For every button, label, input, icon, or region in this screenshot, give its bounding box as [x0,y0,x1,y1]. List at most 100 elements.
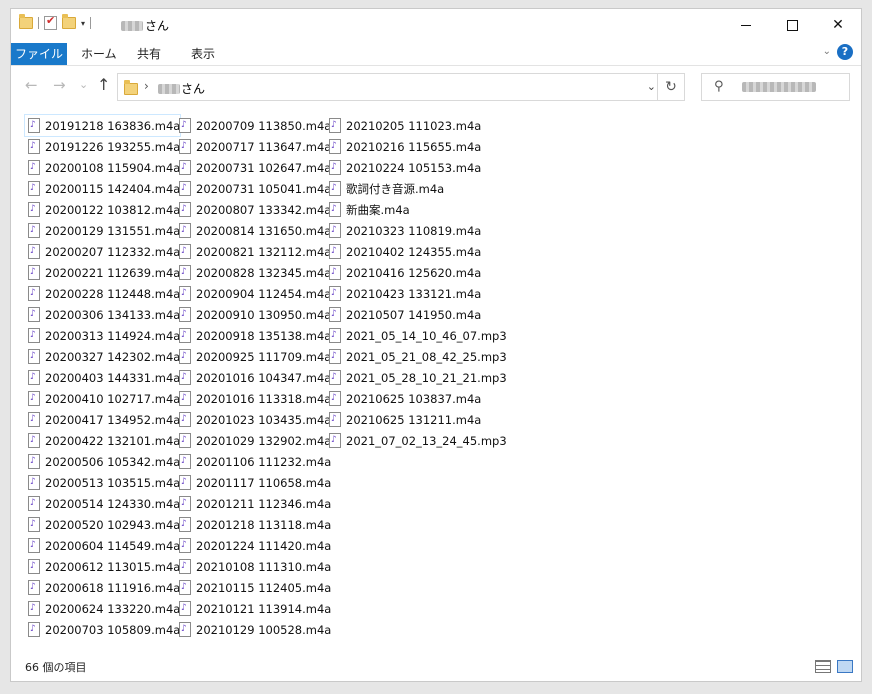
file-item[interactable]: 20200731 102647.m4a [176,157,331,178]
file-item[interactable]: 20210216 115655.m4a [326,136,507,157]
file-item[interactable]: 20200703 105809.m4a [25,619,180,640]
file-item[interactable]: 20201016 113318.m4a [176,388,331,409]
file-item[interactable]: 20200814 131650.m4a [176,220,331,241]
audio-file-icon [179,223,191,238]
file-item[interactable]: 20210625 131211.m4a [326,409,507,430]
up-arrow-icon[interactable]: ↑ [97,75,110,94]
file-item[interactable]: 20200108 115904.m4a [25,157,180,178]
file-item[interactable]: 20200612 113015.m4a [25,556,180,577]
file-item[interactable]: 20200129 131551.m4a [25,220,180,241]
file-item[interactable]: 20200925 111709.m4a [176,346,331,367]
audio-file-icon [179,307,191,322]
file-item[interactable]: 20201023 103435.m4a [176,409,331,430]
file-item[interactable]: 新曲案.m4a [326,199,507,220]
file-item[interactable]: 20200604 114549.m4a [25,535,180,556]
maximize-button[interactable] [769,9,815,41]
file-item[interactable]: 20210121 113914.m4a [176,598,331,619]
file-item[interactable]: 2021_05_14_10_46_07.mp3 [326,325,507,346]
file-item[interactable]: 20191226 193255.m4a [25,136,180,157]
file-item[interactable]: 20200717 113647.m4a [176,136,331,157]
file-item[interactable]: 20210416 125620.m4a [326,262,507,283]
close-button[interactable]: ✕ [815,9,861,41]
tab-share[interactable]: 共有 [137,43,161,65]
file-item[interactable]: 20191218 163836.m4a [23,114,182,137]
properties-icon[interactable] [44,14,57,30]
file-item[interactable]: 20201211 112346.m4a [176,493,331,514]
address-dropdown-chevron-icon[interactable]: ⌄ [647,80,656,93]
details-view-icon[interactable] [815,660,831,673]
file-item[interactable]: 20210402 124355.m4a [326,241,507,262]
file-item[interactable]: 20200115 142404.m4a [25,178,180,199]
address-bar[interactable]: › さん ⌄ ↻ [117,73,685,101]
file-item[interactable]: 20201224 111420.m4a [176,535,331,556]
file-item[interactable]: 20210224 105153.m4a [326,157,507,178]
file-item[interactable]: 20201218 113118.m4a [176,514,331,535]
file-item[interactable]: 2021_07_02_13_24_45.mp3 [326,430,507,451]
tab-file[interactable]: ファイル [11,43,67,65]
file-item[interactable]: 20210507 141950.m4a [326,304,507,325]
file-item[interactable]: 20210205 111023.m4a [326,115,507,136]
file-item[interactable]: 20200904 112454.m4a [176,283,331,304]
file-item[interactable]: 20200403 144331.m4a [25,367,180,388]
file-item[interactable]: 2021_05_21_08_42_25.mp3 [326,346,507,367]
file-item[interactable]: 20200306 134133.m4a [25,304,180,325]
file-item[interactable]: 20210129 100528.m4a [176,619,331,640]
file-item[interactable]: 20210323 110819.m4a [326,220,507,241]
file-item[interactable]: 20210108 111310.m4a [176,556,331,577]
file-item[interactable]: 20210115 112405.m4a [176,577,331,598]
minimize-button[interactable] [723,9,769,41]
audio-file-icon [28,475,40,490]
file-item[interactable]: 20210625 103837.m4a [326,388,507,409]
file-item[interactable]: 20200207 112332.m4a [25,241,180,262]
file-item[interactable]: 歌詞付き音源.m4a [326,178,507,199]
file-name: 20201023 103435.m4a [196,412,332,427]
file-item[interactable]: 20200910 130950.m4a [176,304,331,325]
file-item[interactable]: 20210423 133121.m4a [326,283,507,304]
tab-view[interactable]: 表示 [191,43,215,65]
file-item[interactable]: 20200228 112448.m4a [25,283,180,304]
file-item[interactable]: 20200821 132112.m4a [176,241,331,262]
file-item[interactable]: 20200514 124330.m4a [25,493,180,514]
refresh-icon[interactable]: ↻ [657,74,684,100]
file-item[interactable]: 20201016 104347.m4a [176,367,331,388]
file-name: 2021_05_14_10_46_07.mp3 [346,328,507,343]
search-input[interactable]: ⚲ [701,73,850,101]
file-item[interactable]: 20200731 105041.m4a [176,178,331,199]
file-item[interactable]: 20200709 113850.m4a [176,115,331,136]
file-item[interactable]: 20200618 111916.m4a [25,577,180,598]
tab-home[interactable]: ホーム [81,43,117,65]
file-item[interactable]: 20200918 135138.m4a [176,325,331,346]
file-item[interactable]: 20200221 112639.m4a [25,262,180,283]
file-item[interactable]: 20201029 132902.m4a [176,430,331,451]
file-item[interactable]: 20200520 102943.m4a [25,514,180,535]
file-item[interactable]: 20200506 105342.m4a [25,451,180,472]
back-arrow-icon[interactable]: ← [25,76,38,94]
file-item[interactable]: 20200417 134952.m4a [25,409,180,430]
file-item[interactable]: 20200422 132101.m4a [25,430,180,451]
audio-file-icon [28,370,40,385]
file-item[interactable]: 2021_05_28_10_21_21.mp3 [326,367,507,388]
large-icons-view-icon[interactable] [837,660,853,673]
file-item[interactable]: 20200122 103812.m4a [25,199,180,220]
file-name: 20200129 131551.m4a [45,223,181,238]
file-item[interactable]: 20201117 110658.m4a [176,472,331,493]
recent-locations-chevron-icon[interactable]: ⌄ [79,78,88,91]
help-icon[interactable]: ? [837,44,853,60]
audio-file-icon [179,349,191,364]
audio-file-icon [28,601,40,616]
new-folder-icon[interactable] [62,14,76,29]
title-bar: ▾ さん ✕ [11,9,861,41]
file-item[interactable]: 20200313 114924.m4a [25,325,180,346]
file-item[interactable]: 20200410 102717.m4a [25,388,180,409]
file-item[interactable]: 20200327 142302.m4a [25,346,180,367]
file-item[interactable]: 20200828 132345.m4a [176,262,331,283]
forward-arrow-icon[interactable]: → [53,76,66,94]
file-item[interactable]: 20200513 103515.m4a [25,472,180,493]
file-item[interactable]: 20200624 133220.m4a [25,598,180,619]
file-item[interactable]: 20201106 111232.m4a [176,451,331,472]
expand-ribbon-chevron-icon[interactable]: ⌄ [823,46,831,57]
breadcrumb[interactable]: さん [158,80,205,97]
customize-toolbar-dropdown-icon[interactable]: ▾ [81,19,85,28]
file-item[interactable]: 20200807 133342.m4a [176,199,331,220]
breadcrumb-chevron-icon[interactable]: › [144,79,149,93]
